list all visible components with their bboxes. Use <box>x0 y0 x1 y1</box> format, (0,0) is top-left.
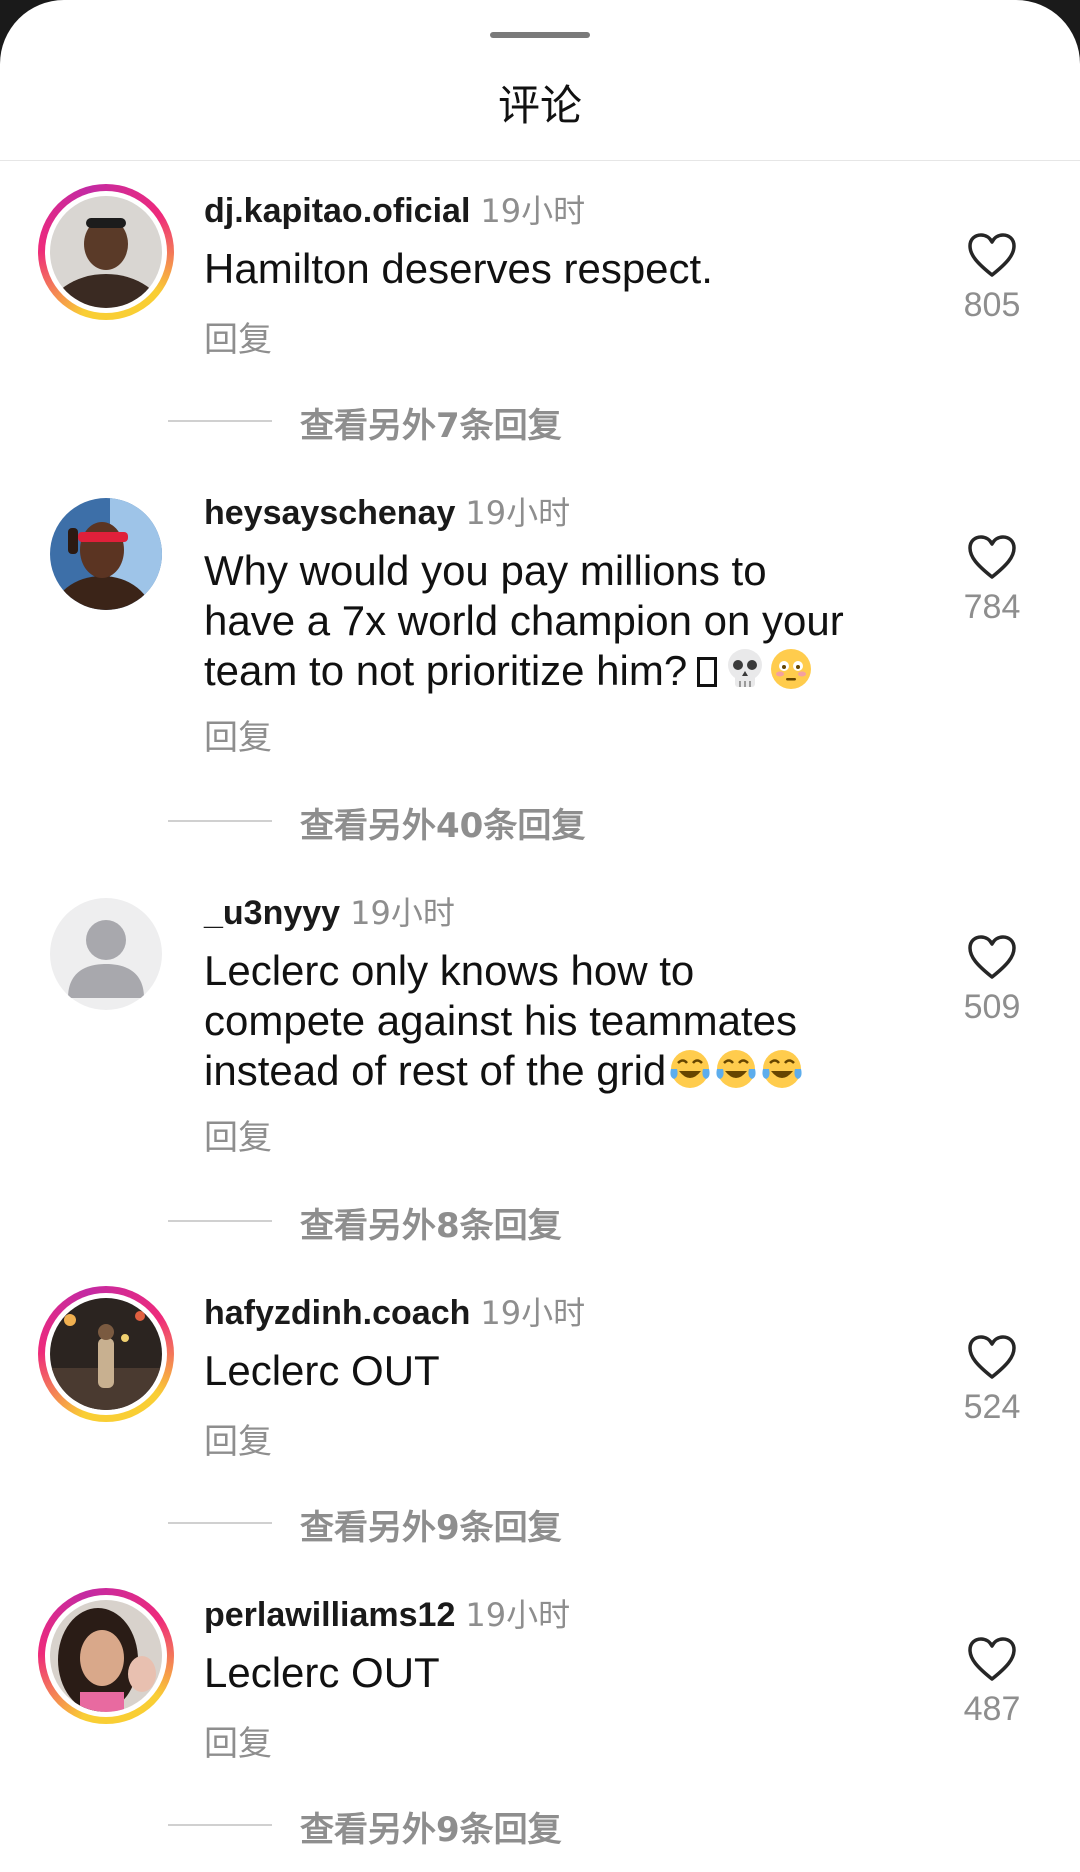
comment-text: Leclerc only knows how to compete agains… <box>204 946 924 1096</box>
comment-header: dj.kapitao.oficial 19小时 <box>204 186 585 232</box>
reply-button[interactable]: 回复 <box>204 710 272 759</box>
like-button[interactable]: 487 <box>950 1636 1034 1729</box>
view-more-replies[interactable]: 查看另外40条回复 <box>168 798 868 846</box>
sheet-title: 评论 <box>497 81 582 130</box>
flushed-face-icon <box>771 649 812 689</box>
timestamp: 19小时 <box>465 1596 571 1634</box>
like-count: 784 <box>963 588 1021 626</box>
view-more-replies[interactable]: 查看另外9条回复 <box>168 1500 868 1548</box>
comment-text-line: instead of rest of the grid <box>204 1047 667 1094</box>
comment-header: hafyzdinh.coach 19小时 <box>204 1288 585 1334</box>
missing-glyph-icon <box>697 657 718 687</box>
heart-icon <box>968 233 1016 277</box>
avatar[interactable] <box>38 184 174 320</box>
comment-text: Hamilton deserves respect. <box>204 245 713 292</box>
heart-icon <box>968 1637 1016 1681</box>
comment-text-line: have a 7x world champion on your <box>204 597 844 644</box>
view-more-replies-label: 查看另外8条回复 <box>300 1206 562 1246</box>
reply-button[interactable]: 回复 <box>204 1110 272 1159</box>
heart-icon <box>968 1335 1016 1379</box>
comment-text-line: compete against his teammates <box>204 997 797 1044</box>
timestamp: 19小时 <box>480 1294 586 1332</box>
comments-sheet: 评论 dj.kapitao.oficial 19小时 Hamilton deser… <box>0 0 1080 1872</box>
drag-handle[interactable] <box>490 32 590 38</box>
tears-of-joy-icon <box>762 1050 802 1088</box>
comment-text: Why would you pay millions to have a 7x … <box>204 546 924 696</box>
timestamp: 19小时 <box>465 494 571 532</box>
comment-text: Leclerc OUT <box>204 1649 440 1696</box>
username[interactable]: heysayschenay <box>204 494 455 532</box>
like-count: 805 <box>963 286 1021 324</box>
avatar[interactable] <box>38 1588 174 1724</box>
comment-text-line-last: instead of rest of the grid <box>204 1046 924 1096</box>
view-more-replies-label: 查看另外40条回复 <box>300 806 586 846</box>
comment-text-line: team to not prioritize him? <box>204 647 688 694</box>
replies-line <box>168 1522 272 1524</box>
tears-of-joy-icon <box>670 1050 710 1088</box>
heart-icon <box>968 535 1016 579</box>
username[interactable]: perlawilliams12 <box>204 1596 455 1634</box>
reply-button[interactable]: 回复 <box>204 1414 272 1463</box>
heart-icon <box>968 935 1016 979</box>
tears-of-joy-icon <box>716 1050 756 1088</box>
comment-text: Leclerc OUT <box>204 1347 440 1394</box>
reply-button[interactable]: 回复 <box>204 312 272 361</box>
comment-text-line: Why would you pay millions to <box>204 547 767 594</box>
header-divider <box>0 160 1080 161</box>
view-more-replies-label: 查看另外9条回复 <box>300 1508 562 1548</box>
like-button[interactable]: 509 <box>950 934 1034 1027</box>
username[interactable]: dj.kapitao.oficial <box>204 192 470 230</box>
comment-text-line: Leclerc only knows how to <box>204 947 695 994</box>
username[interactable]: _u3nyyy <box>204 894 340 932</box>
view-more-replies[interactable]: 查看另外8条回复 <box>168 1198 868 1246</box>
view-more-replies-label: 查看另外9条回复 <box>300 1810 562 1850</box>
view-more-replies[interactable]: 查看另外9条回复 <box>168 1802 868 1850</box>
timestamp: 19小时 <box>350 894 455 932</box>
view-more-replies[interactable]: 查看另外7条回复 <box>168 398 868 446</box>
avatar[interactable] <box>50 898 162 1010</box>
like-count: 509 <box>963 988 1021 1026</box>
like-count: 487 <box>963 1690 1021 1728</box>
timestamp: 19小时 <box>480 192 586 230</box>
skull-icon <box>728 649 763 687</box>
view-more-replies-label: 查看另外7条回复 <box>300 406 562 446</box>
like-button[interactable]: 784 <box>950 534 1034 627</box>
reply-button[interactable]: 回复 <box>204 1716 272 1765</box>
comment-header: _u3nyyy 19小时 <box>204 888 455 934</box>
like-button[interactable]: 805 <box>950 232 1034 325</box>
avatar[interactable] <box>50 498 162 610</box>
like-button[interactable]: 524 <box>950 1334 1034 1427</box>
replies-line <box>168 420 272 422</box>
comment-header: perlawilliams12 19小时 <box>204 1590 570 1636</box>
like-count: 524 <box>963 1388 1021 1426</box>
comment-text-line-last: team to not prioritize him? <box>204 646 924 696</box>
comment-header: heysayschenay 19小时 <box>204 488 570 534</box>
avatar[interactable] <box>38 1286 174 1422</box>
username[interactable]: hafyzdinh.coach <box>204 1294 470 1332</box>
replies-line <box>168 820 272 822</box>
replies-line <box>168 1824 272 1826</box>
replies-line <box>168 1220 272 1222</box>
